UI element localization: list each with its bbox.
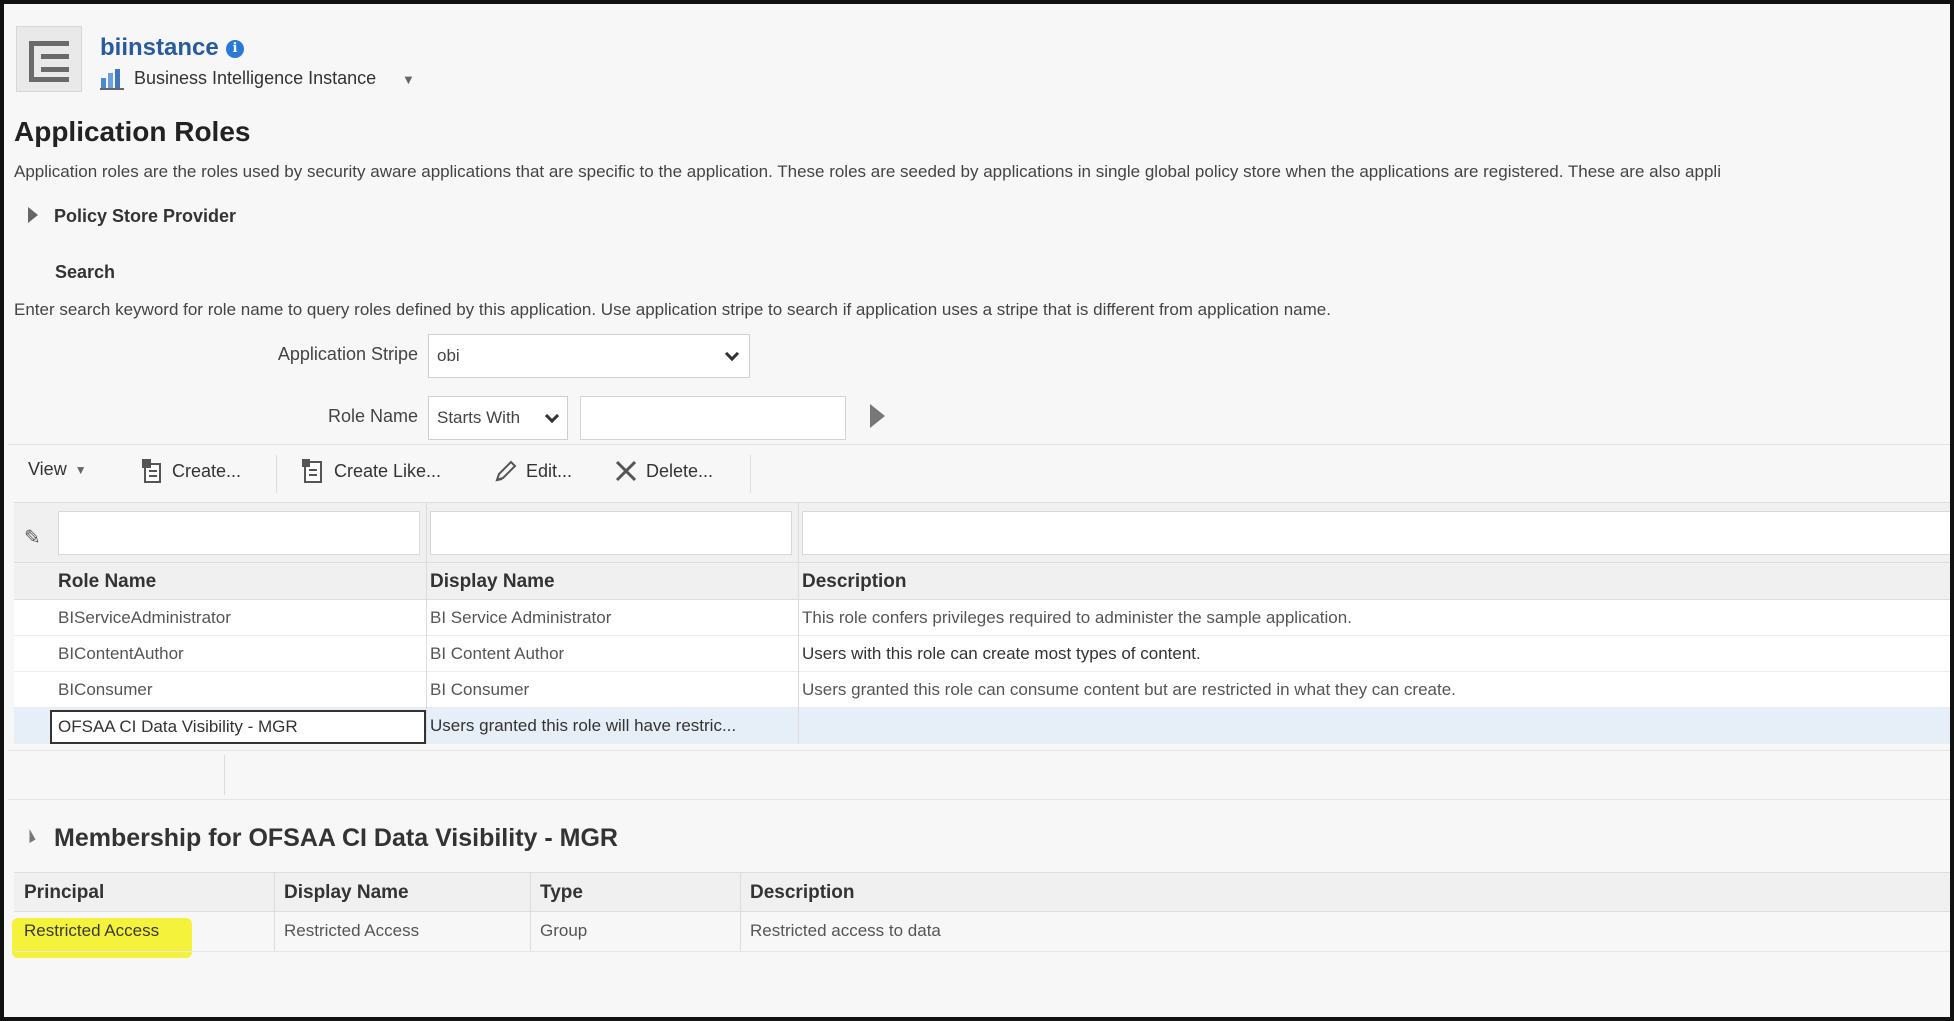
table-row[interactable]: BIContentAuthor BI Content Author Users …	[14, 636, 1950, 672]
application-stripe-label: Application Stripe	[277, 344, 418, 364]
create-like-button[interactable]: Create Like...	[302, 459, 441, 483]
display-name-cell: Users granted this role will have restri…	[430, 716, 737, 735]
column-divider	[426, 502, 427, 744]
role-name-label: Role Name	[327, 406, 418, 426]
type-cell: Group	[540, 921, 588, 940]
column-header-type[interactable]: Type	[540, 882, 583, 904]
page-title: Application Roles	[14, 116, 251, 147]
application-stripe-value: obi	[437, 346, 460, 365]
window-frame: biinstance i Business Intelligence Insta…	[0, 0, 1954, 1021]
roles-toolbar: View ▼ Create... Create Like... Edit... …	[8, 444, 1950, 500]
bi-instance-icon	[100, 69, 124, 90]
view-label: View	[28, 459, 67, 479]
create-label: Create...	[172, 460, 242, 481]
create-like-icon	[302, 459, 322, 483]
table-footer	[8, 750, 1950, 800]
instance-type-label[interactable]: Business Intelligence Instance	[134, 68, 376, 89]
edit-button[interactable]: Edit...	[494, 459, 572, 483]
chevron-down-icon	[724, 346, 740, 362]
view-menu[interactable]: View ▼	[28, 459, 87, 480]
toolbar-divider	[750, 455, 751, 493]
table-row-selected[interactable]: OFSAA CI Data Visibility - MGR Users gra…	[14, 708, 1950, 744]
page-description: Application roles are the roles used by …	[14, 162, 1721, 181]
filter-edit-icon[interactable]: ✎	[24, 525, 41, 550]
role-name-cell: BIServiceAdministrator	[58, 608, 231, 627]
column-header-role-name[interactable]: Role Name	[58, 571, 156, 593]
column-header-display-name[interactable]: Display Name	[430, 571, 555, 593]
description-cell: Users with this role can create most typ…	[802, 644, 1201, 663]
create-button[interactable]: Create...	[142, 459, 241, 483]
create-like-label: Create Like...	[334, 460, 442, 481]
toolbar-divider	[276, 455, 277, 493]
delete-x-icon	[615, 460, 637, 482]
role-name-filter-input[interactable]	[58, 511, 420, 555]
pencil-icon	[495, 460, 517, 482]
display-name-cell: Restricted Access	[284, 921, 420, 940]
description-cell: Users granted this role can consume cont…	[802, 680, 1456, 699]
table-row[interactable]: Restricted Access Restricted Access Grou…	[14, 912, 1950, 952]
search-section-title: Search	[55, 262, 116, 282]
role-name-edit-input[interactable]: OFSAA CI Data Visibility - MGR	[50, 710, 426, 744]
filter-row: ✎	[14, 502, 1950, 562]
app-menu-icon[interactable]	[16, 26, 82, 92]
column-divider	[798, 502, 799, 744]
display-name-filter-input[interactable]	[430, 511, 792, 555]
membership-table-header: Principal Display Name Type Description	[14, 872, 1950, 951]
role-name-cell: BIConsumer	[58, 680, 153, 699]
display-name-cell: BI Service Administrator	[430, 608, 612, 627]
create-icon	[142, 459, 161, 483]
collapse-icon[interactable]	[23, 829, 36, 843]
chevron-down-icon[interactable]: ▼	[402, 72, 415, 87]
edit-label: Edit...	[526, 460, 573, 481]
display-name-cell: BI Content Author	[430, 644, 565, 663]
chevron-down-icon	[544, 408, 560, 424]
roles-table-header: Role Name Display Name Description	[14, 562, 1950, 600]
footer-divider	[224, 755, 225, 795]
table-row[interactable]: BIServiceAdministrator BI Service Admini…	[14, 600, 1950, 636]
application-stripe-select[interactable]: obi	[428, 334, 750, 378]
search-description: Enter search keyword for role name to qu…	[14, 300, 1331, 319]
column-header-principal[interactable]: Principal	[24, 882, 104, 904]
role-name-input[interactable]	[580, 396, 846, 440]
description-filter-input[interactable]	[802, 511, 1950, 555]
column-header-description[interactable]: Description	[750, 882, 855, 904]
expand-right-icon[interactable]	[28, 207, 38, 223]
membership-title: Membership for OFSAA CI Data Visibility …	[54, 824, 618, 852]
go-arrow-icon[interactable]	[870, 404, 885, 428]
description-cell: Restricted access to data	[750, 921, 941, 940]
column-header-display-name[interactable]: Display Name	[284, 882, 409, 904]
policy-store-provider-toggle[interactable]: Policy Store Provider	[54, 206, 236, 227]
roles-table: ✎ Role Name Display Name Description BIS…	[14, 502, 1950, 748]
principal-cell: Restricted Access	[24, 921, 160, 940]
display-name-cell: BI Consumer	[430, 680, 530, 699]
delete-label: Delete...	[646, 460, 714, 481]
chevron-down-icon: ▼	[74, 462, 87, 477]
instance-name[interactable]: biinstance	[100, 34, 219, 62]
info-icon[interactable]: i	[226, 40, 244, 58]
role-name-operator-value: Starts With	[437, 408, 521, 427]
description-cell: This role confers privileges required to…	[802, 608, 1352, 627]
column-header-description[interactable]: Description	[802, 571, 907, 593]
table-row[interactable]: BIConsumer BI Consumer Users granted thi…	[14, 672, 1950, 708]
role-name-operator-select[interactable]: Starts With	[428, 396, 568, 440]
role-name-cell: BIContentAuthor	[58, 644, 184, 663]
delete-button[interactable]: Delete...	[614, 459, 713, 483]
